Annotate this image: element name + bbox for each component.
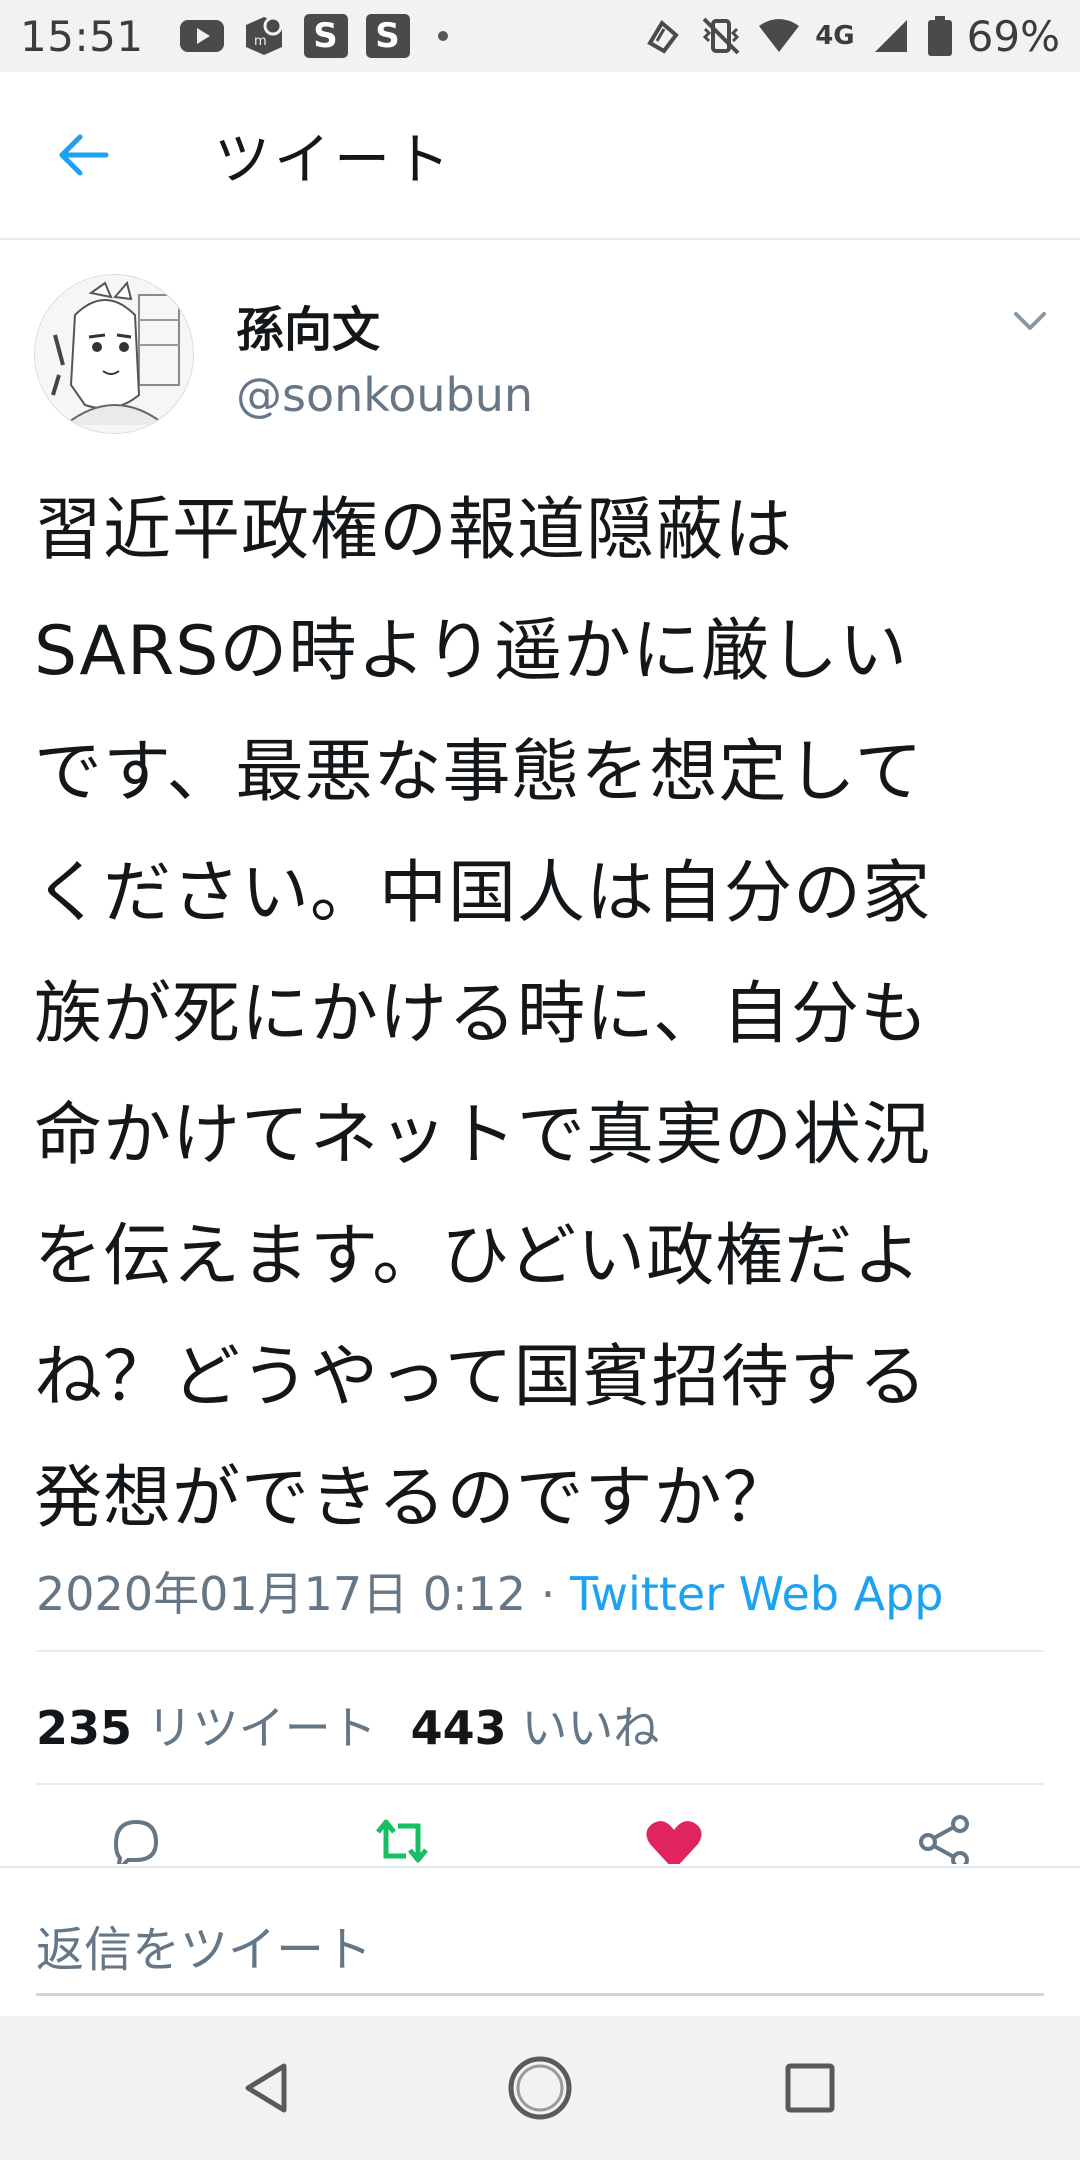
signal-icon [869, 16, 913, 56]
network-type: 4G [815, 21, 855, 51]
back-button[interactable] [34, 105, 134, 205]
share-icon [919, 1815, 969, 1864]
tweet-actions [0, 1800, 1080, 1864]
reply-input[interactable]: 返信をツイート [36, 1906, 1044, 1996]
back-arrow-icon [59, 134, 109, 176]
divider [36, 1783, 1044, 1785]
retweet-icon [376, 1819, 428, 1863]
system-nav-bar [0, 2016, 1080, 2160]
like-count: 443 [410, 1701, 507, 1755]
tweet-text-line: を伝えます。ひどい政権だよ [34, 1217, 923, 1296]
battery-percent: 69% [966, 11, 1060, 61]
retweet-button[interactable] [362, 1810, 442, 1864]
reply-button[interactable] [96, 1810, 176, 1864]
share-button[interactable] [906, 1810, 986, 1864]
back-triangle-icon [245, 2063, 287, 2113]
app-header: ツイート [0, 72, 1080, 240]
tweet-detail: 孫向文 @sonkoubun 習近平政権の報道隠蔽は SARSの時より遥かに厳しい… [0, 240, 1080, 1864]
retweet-label: リツイート [146, 1701, 377, 1755]
nav-recents-button[interactable] [770, 2048, 850, 2128]
user-handle[interactable]: @sonkoubun [236, 368, 533, 422]
tweet-text-line: ね？どうやって国賓招待する [34, 1338, 928, 1417]
vibrate-icon [699, 16, 743, 56]
tweet-source-link[interactable]: Twitter Web App [570, 1567, 944, 1621]
retweet-count: 235 [36, 1701, 133, 1755]
tweet-text-line: 発想ができるのですか？ [34, 1459, 792, 1538]
nav-back-button[interactable] [228, 2048, 308, 2128]
tweet-menu-button[interactable] [1006, 300, 1054, 340]
status-time: 15:51 [20, 11, 144, 61]
mercari-icon: m [242, 16, 286, 56]
tweet-stats: 235 リツイート 443 いいね [36, 1692, 659, 1758]
divider [36, 1650, 1044, 1652]
s-app-icon: S [365, 14, 410, 58]
avatar-illustration-icon [35, 275, 193, 433]
status-right-icons: 4G 69% [641, 12, 1060, 61]
nav-home-button[interactable] [500, 2048, 580, 2128]
chevron-down-icon [1014, 312, 1046, 330]
display-name[interactable]: 孫向文 [236, 290, 380, 360]
like-stat[interactable]: 443 いいね [411, 1701, 660, 1755]
tweet-author: 孫向文 @sonkoubun [0, 240, 1080, 434]
notification-dot-icon [437, 31, 448, 41]
s-app-icon: S [303, 14, 348, 58]
status-left-icons: m S S [179, 14, 448, 58]
meta-separator: · [526, 1567, 570, 1621]
tweet-text-line: 習近平政権の報道隠蔽は [34, 491, 794, 570]
tweet-text-line: 命かけてネットで真実の状況 [34, 1096, 932, 1175]
retweet-stat[interactable]: 235 リツイート [36, 1701, 377, 1755]
recents-square-icon [785, 2063, 835, 2113]
avatar[interactable] [34, 274, 194, 434]
tweet-text-line: です、最悪な事態を想定して [34, 733, 924, 812]
tweet-text-line: SARSの時より遥かに厳しい [34, 612, 908, 691]
home-circle-icon [508, 2056, 572, 2120]
svg-text:m: m [254, 34, 267, 49]
reply-bar: 返信をツイート [0, 1866, 1080, 2016]
like-label: いいね [521, 1701, 660, 1755]
like-icon [646, 1821, 702, 1864]
tweet-text-line: ください。中国人は自分の家 [34, 854, 932, 933]
nfc-icon [641, 16, 685, 56]
battery-icon [927, 16, 953, 56]
status-bar: 15:51 m S S 4G 69% [0, 0, 1080, 72]
page-title: ツイート [214, 127, 454, 193]
wifi-icon [757, 16, 801, 56]
like-button[interactable] [634, 1810, 714, 1864]
tweet-text-line: 族が死にかける時に、自分も [34, 975, 929, 1054]
tweet-timestamp[interactable]: 2020年01月17日 0:12 [36, 1567, 526, 1621]
reply-icon [113, 1819, 159, 1864]
tweet-text: 習近平政権の報道隠蔽は SARSの時より遥かに厳しい です、最悪な事態を想定して くだ… [34, 470, 1054, 1559]
youtube-icon [179, 16, 224, 56]
tweet-meta: 2020年01月17日 0:12 · Twitter Web App [36, 1558, 944, 1624]
